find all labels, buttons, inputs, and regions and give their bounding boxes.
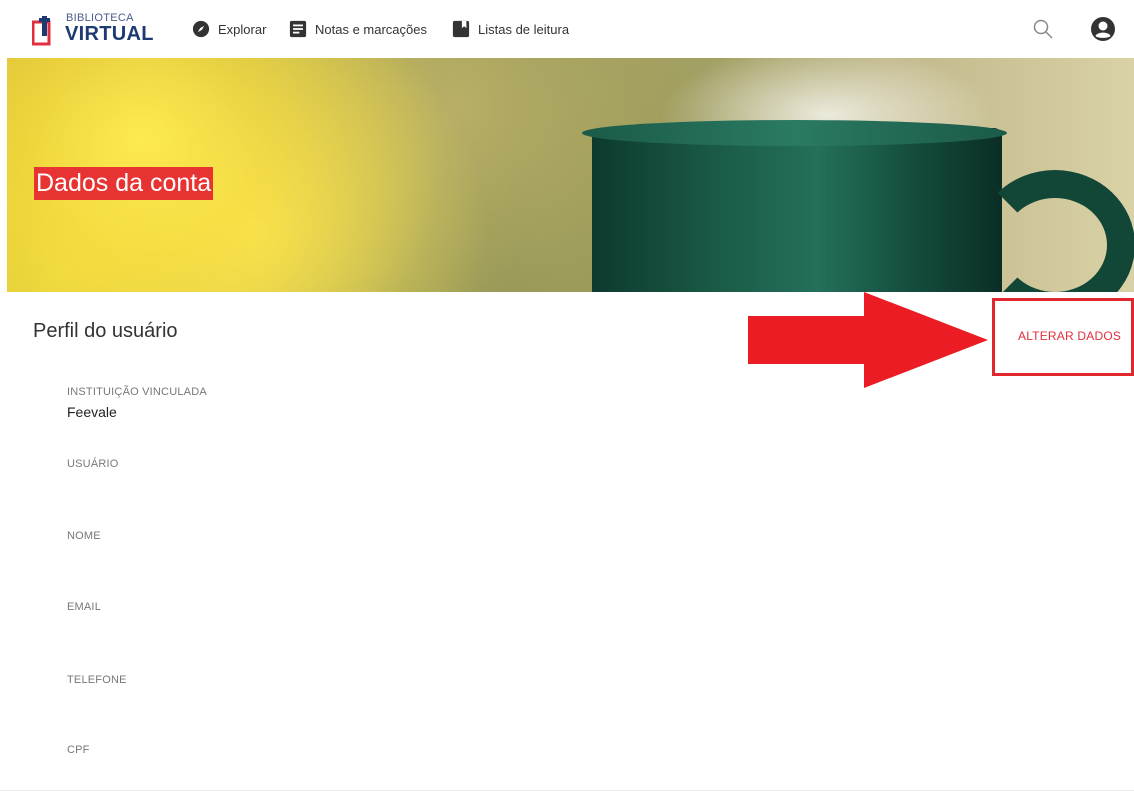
- compass-icon: [192, 20, 210, 38]
- mug-decoration: [592, 128, 1002, 292]
- nav-reading-lists-label: Listas de leitura: [478, 21, 570, 37]
- mug-rim-decoration: [582, 120, 1007, 146]
- search-icon[interactable]: [1032, 18, 1054, 40]
- name-label: NOME: [67, 530, 101, 542]
- biblioteca-virtual-logo[interactable]: BIBLIOTECA VIRTUAL: [32, 10, 153, 50]
- username-label: USUÁRIO: [67, 458, 119, 470]
- bottom-divider: [0, 790, 1134, 791]
- logo-text-big: VIRTUAL: [65, 23, 154, 45]
- edit-profile-button[interactable]: ALTERAR DADOS: [1018, 329, 1121, 343]
- email-label: EMAIL: [67, 601, 102, 613]
- notes-icon: [289, 20, 307, 38]
- nav-notes-label: Notas e marcações: [315, 21, 427, 37]
- annotation-arrow-icon: [748, 292, 988, 388]
- nav-notes[interactable]: Notas e marcações: [289, 18, 427, 40]
- account-icon[interactable]: [1090, 16, 1116, 42]
- top-navbar: BIBLIOTECA VIRTUAL Explorar Notas e marc…: [0, 0, 1134, 58]
- institution-value: Feevale: [67, 404, 117, 420]
- nav-explore[interactable]: Explorar: [192, 18, 266, 40]
- account-banner: Dados da conta: [7, 58, 1134, 292]
- institution-label: INSTITUIÇÃO VINCULADA: [67, 386, 207, 398]
- logo-mark-icon: [32, 16, 51, 46]
- cpf-label: CPF: [67, 744, 90, 756]
- bookmark-list-icon: [452, 20, 470, 38]
- nav-reading-lists[interactable]: Listas de leitura: [452, 18, 569, 40]
- phone-label: TELEFONE: [67, 674, 127, 686]
- nav-explore-label: Explorar: [218, 21, 267, 37]
- profile-section-title: Perfil do usuário: [33, 320, 178, 342]
- page-title: Dados da conta: [34, 167, 214, 200]
